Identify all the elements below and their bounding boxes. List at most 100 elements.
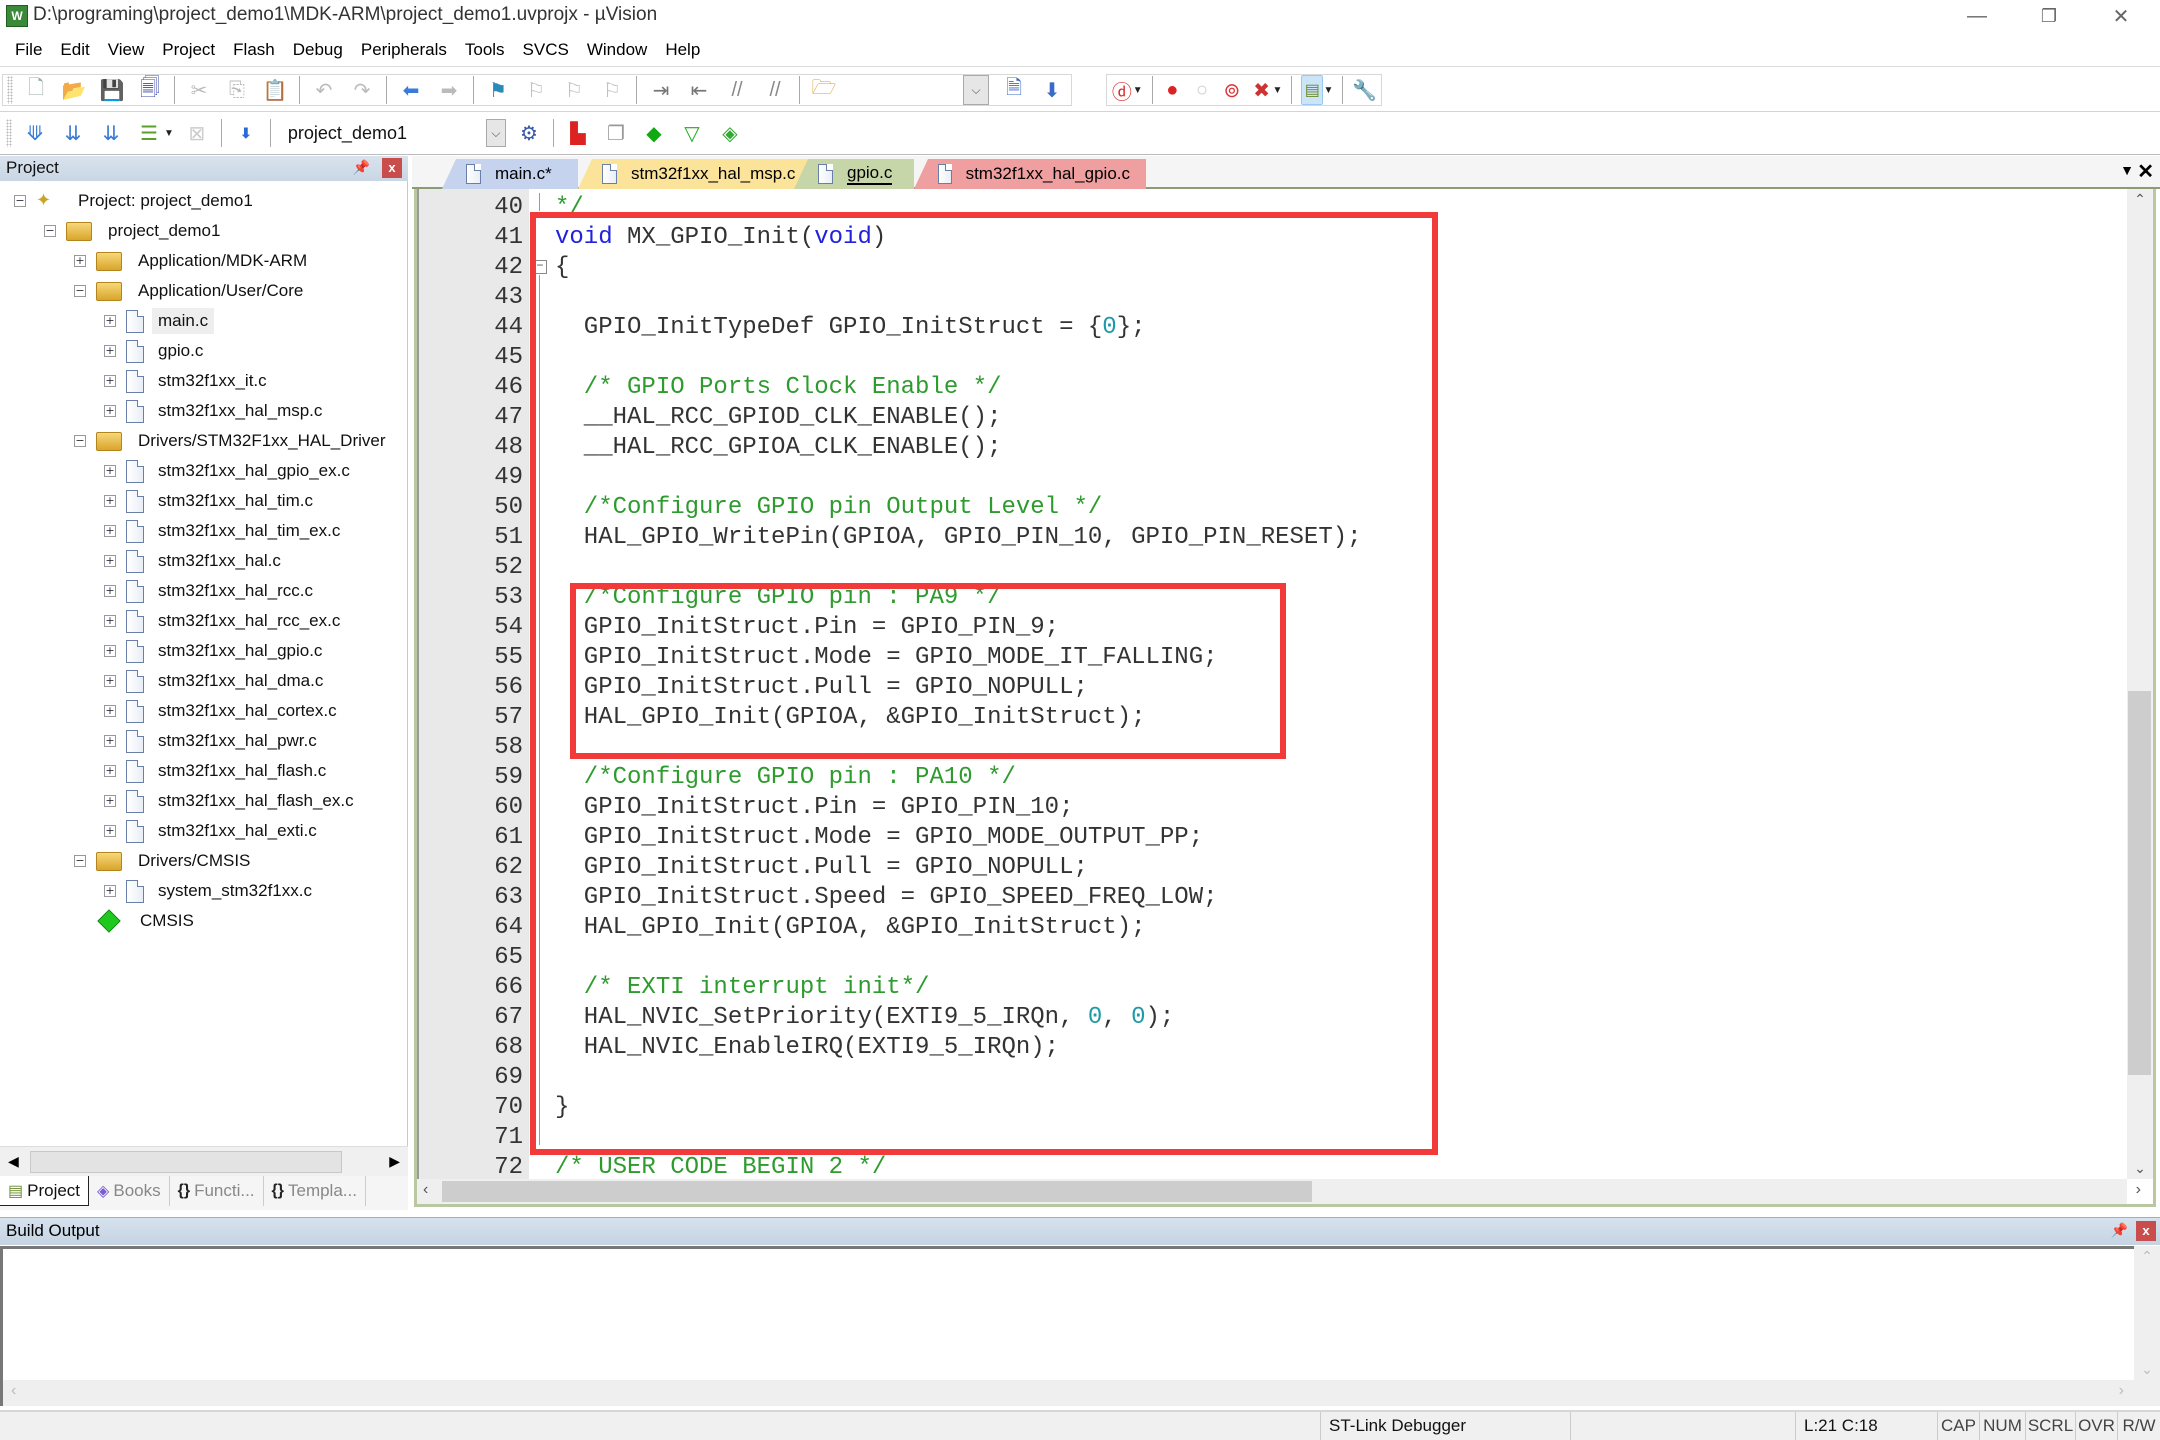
code-line[interactable]: 53 /*Configure GPIO pin : PA9 */: [417, 583, 2127, 613]
build-output-horizontal-scrollbar[interactable]: ‹ ›: [0, 1380, 2160, 1406]
code-line[interactable]: 67 HAL_NVIC_SetPriority(EXTI9_5_IRQn, 0,…: [417, 1003, 2127, 1033]
collapse-icon[interactable]: −: [14, 195, 26, 207]
code-line[interactable]: 56 GPIO_InitStruct.Pull = GPIO_NOPULL;: [417, 673, 2127, 703]
tree-item[interactable]: + stm32f1xx_hal_dma.c: [104, 666, 329, 696]
code-line[interactable]: 41 void MX_GPIO_Init(void): [417, 223, 2127, 253]
scrollbar-thumb[interactable]: [2128, 691, 2151, 1075]
scrollbar-thumb[interactable]: [442, 1181, 1312, 1202]
code-line[interactable]: 54 GPIO_InitStruct.Pin = GPIO_PIN_9;: [417, 613, 2127, 643]
kill-breakpoints-icon[interactable]: ✖: [1251, 75, 1273, 105]
code-line[interactable]: 50 /*Configure GPIO pin Output Level */: [417, 493, 2127, 523]
enable-breakpoint-icon[interactable]: ○: [1191, 75, 1213, 105]
scrollbar-thumb[interactable]: [30, 1151, 342, 1173]
paste-icon[interactable]: 📋: [260, 75, 290, 105]
code-line[interactable]: 64 HAL_GPIO_Init(GPIOA, &GPIO_InitStruct…: [417, 913, 2127, 943]
undo-icon[interactable]: ↶: [309, 75, 339, 105]
expand-icon[interactable]: +: [104, 705, 116, 717]
project-horizontal-scrollbar[interactable]: ◀ ▶: [0, 1146, 408, 1176]
expand-icon[interactable]: +: [104, 765, 116, 777]
tree-item[interactable]: + stm32f1xx_hal_flash_ex.c: [104, 786, 360, 816]
code-line[interactable]: 49: [417, 463, 2127, 493]
chevron-down-icon[interactable]: ▼: [1273, 85, 1283, 96]
code-line[interactable]: 66 /* EXTI interrupt init*/: [417, 973, 2127, 1003]
expand-icon[interactable]: +: [104, 525, 116, 537]
tab-project[interactable]: ▤ Project: [0, 1176, 90, 1206]
menu-file[interactable]: File: [6, 40, 51, 60]
tree-item[interactable]: CMSIS: [74, 906, 200, 936]
code-line[interactable]: 43: [417, 283, 2127, 313]
rebuild-icon[interactable]: ⇊: [96, 118, 126, 148]
tree-item[interactable]: + stm32f1xx_hal_rcc_ex.c: [104, 606, 346, 636]
scroll-down-icon[interactable]: ⌄: [2134, 1361, 2160, 1378]
chevron-down-icon[interactable]: ▼: [1323, 85, 1333, 96]
code-line[interactable]: 48 __HAL_RCC_GPIOA_CLK_ENABLE();: [417, 433, 2127, 463]
close-panel-button[interactable]: x: [382, 158, 402, 178]
code-line[interactable]: 60 GPIO_InitStruct.Pin = GPIO_PIN_10;: [417, 793, 2127, 823]
code-line[interactable]: 65: [417, 943, 2127, 973]
scroll-right-icon[interactable]: ›: [2119, 1382, 2124, 1400]
code-line[interactable]: 59 /*Configure GPIO pin : PA10 */: [417, 763, 2127, 793]
expand-icon[interactable]: +: [104, 795, 116, 807]
tree-item[interactable]: + stm32f1xx_hal_flash.c: [104, 756, 332, 786]
code-area[interactable]: 40 */41 void MX_GPIO_Init(void) 42{−43 44 GP…: [417, 193, 2127, 1179]
open-file-icon[interactable]: 📂: [59, 75, 89, 105]
expand-icon[interactable]: +: [104, 675, 116, 687]
expand-icon[interactable]: +: [104, 555, 116, 567]
find-icon[interactable]: 🗎: [999, 75, 1029, 105]
toolbar-grip[interactable]: [6, 119, 12, 147]
cut-icon[interactable]: ✂: [184, 75, 214, 105]
build-output-vertical-scrollbar[interactable]: ⌃ ⌄: [2134, 1246, 2160, 1380]
disable-breakpoints-icon[interactable]: ⊚: [1221, 75, 1243, 105]
scroll-left-icon[interactable]: ‹: [11, 1382, 16, 1400]
scroll-right-icon[interactable]: ▶: [389, 1153, 400, 1170]
options-for-target-icon[interactable]: ⚙: [514, 118, 544, 148]
load-download-icon[interactable]: ⬇: [231, 118, 261, 148]
new-file-icon[interactable]: 🗋: [21, 75, 51, 105]
code-line[interactable]: 69: [417, 1063, 2127, 1093]
restore-button[interactable]: ❐: [2016, 0, 2082, 33]
code-line[interactable]: 71: [417, 1123, 2127, 1153]
expand-icon[interactable]: +: [104, 615, 116, 627]
editor-horizontal-scrollbar[interactable]: ‹ ›: [417, 1179, 2141, 1204]
tab-stm32f1xx-hal-gpio-c[interactable]: stm32f1xx_hal_gpio.c: [914, 159, 1146, 189]
code-line[interactable]: 72 /* USER CODE BEGIN 2 */: [417, 1153, 2127, 1179]
chevron-down-icon[interactable]: ⌵: [485, 119, 506, 147]
code-line[interactable]: 55 GPIO_InitStruct.Mode = GPIO_MODE_IT_F…: [417, 643, 2127, 673]
target-select[interactable]: project_demo1 ⌵: [280, 118, 506, 148]
pack-installer-icon[interactable]: ▽: [677, 118, 707, 148]
tree-item[interactable]: − project_demo1: [44, 216, 226, 246]
code-line[interactable]: 52: [417, 553, 2127, 583]
menu-tools[interactable]: Tools: [456, 40, 514, 60]
expand-icon[interactable]: +: [104, 885, 116, 897]
stop-build-icon[interactable]: ⊠: [182, 118, 212, 148]
collapse-icon[interactable]: −: [74, 435, 86, 447]
tree-item[interactable]: + stm32f1xx_hal_cortex.c: [104, 696, 343, 726]
tree-item[interactable]: + stm32f1xx_hal_gpio_ex.c: [104, 456, 356, 486]
tab-gpio-c[interactable]: gpio.c: [794, 159, 914, 189]
pin-icon[interactable]: 📌: [2111, 1222, 2128, 1239]
close-panel-button[interactable]: x: [2136, 1221, 2156, 1241]
code-line[interactable]: 42 {−: [417, 253, 2127, 283]
tree-item[interactable]: + stm32f1xx_hal_exti.c: [104, 816, 323, 846]
collapse-icon[interactable]: −: [74, 855, 86, 867]
tree-item[interactable]: − Application/User/Core: [74, 276, 309, 306]
start-debug-icon[interactable]: ⓓ: [1111, 75, 1133, 105]
scroll-left-icon[interactable]: ◀: [8, 1153, 19, 1170]
fold-toggle-icon[interactable]: −: [533, 260, 547, 274]
editor-vertical-scrollbar[interactable]: ⌃ ⌄: [2127, 189, 2153, 1179]
tree-item[interactable]: + stm32f1xx_hal_tim.c: [104, 486, 319, 516]
window-layout-icon[interactable]: ▤: [1301, 75, 1324, 105]
code-line[interactable]: 40 */: [417, 193, 2127, 223]
tree-item[interactable]: − ✦ Project: project_demo1: [14, 186, 259, 216]
menu-svcs[interactable]: SVCS: [514, 40, 578, 60]
chevron-down-icon[interactable]: ▼: [1133, 85, 1143, 96]
expand-icon[interactable]: +: [104, 345, 116, 357]
menu-peripherals[interactable]: Peripherals: [352, 40, 456, 60]
tree-item[interactable]: + system_stm32f1xx.c: [104, 876, 318, 906]
incremental-find-icon[interactable]: ⬇: [1037, 75, 1067, 105]
tree-item[interactable]: + stm32f1xx_hal_tim_ex.c: [104, 516, 346, 546]
code-line[interactable]: 46 /* GPIO Ports Clock Enable */: [417, 373, 2127, 403]
menu-help[interactable]: Help: [656, 40, 709, 60]
manage-project-items-icon[interactable]: ▙: [563, 118, 593, 148]
tab-list-dropdown-icon[interactable]: ▼: [2120, 162, 2134, 178]
